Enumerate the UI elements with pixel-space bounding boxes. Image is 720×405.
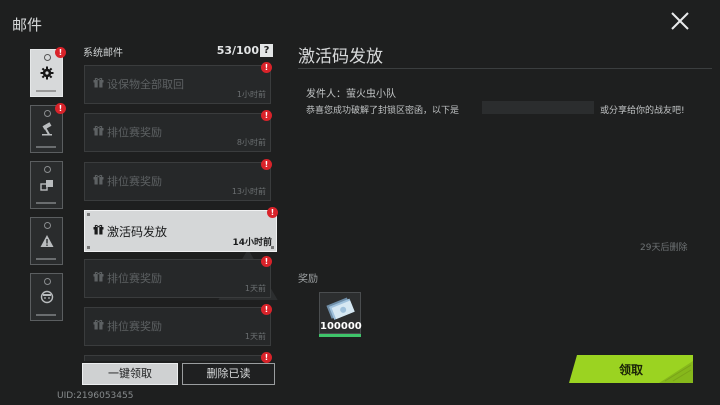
close-icon <box>671 12 689 30</box>
mail-sender: 发件人：萤火虫小队 <box>306 89 396 100</box>
hammer-icon <box>41 122 52 136</box>
delete-read-button[interactable]: 删除已读 <box>182 363 275 385</box>
mail-subject: 设保物全部取回 <box>107 78 184 91</box>
detail-divider <box>298 68 712 69</box>
mail-subject: 排位赛奖励 <box>107 272 162 285</box>
category-tab-trade[interactable] <box>30 161 63 209</box>
mail-time: 1天前 <box>244 284 266 293</box>
mail-list-label: 系统邮件 <box>83 48 123 59</box>
mail-subject: 排位赛奖励 <box>107 320 162 333</box>
gift-icon <box>93 271 104 282</box>
reward-item[interactable]: 100000 <box>319 292 362 334</box>
mail-time: 13小时前 <box>231 187 266 196</box>
mail-item-selected[interactable]: 激活码发放 14小时前 ! <box>84 207 278 252</box>
category-tab-player[interactable] <box>30 273 63 321</box>
gear-icon <box>40 66 53 80</box>
user-id: UID:2196053455 <box>57 391 134 401</box>
category-tab-system[interactable]: ! <box>30 47 66 97</box>
unread-badge: ! <box>261 304 272 315</box>
unread-badge: ! <box>261 352 272 363</box>
claim-all-button[interactable]: 一键领取 <box>82 363 178 385</box>
close-button[interactable] <box>665 6 695 36</box>
warning-icon <box>40 235 53 247</box>
expire-notice: 29天后删除 <box>640 243 688 253</box>
redacted-code <box>482 101 594 114</box>
mail-detail-title: 激活码发放 <box>298 47 383 67</box>
mail-item[interactable]: 排位赛奖励 1天前 ! <box>84 304 272 346</box>
mail-count: 53/100 <box>216 44 259 57</box>
unread-badge: ! <box>261 159 272 170</box>
gift-icon <box>93 319 104 330</box>
mail-time: 1天前 <box>244 332 266 341</box>
mail-body-end: 或分享给你的战友吧! <box>600 106 685 116</box>
mail-list-header: 系统邮件 53/100 ? <box>83 44 273 60</box>
unread-badge: ! <box>261 110 272 121</box>
boxes-icon <box>39 180 53 191</box>
mail-item-partial[interactable]: ! <box>84 352 272 363</box>
gift-icon <box>93 174 104 185</box>
reward-label: 奖励 <box>298 274 318 285</box>
unread-badge: ! <box>261 256 272 267</box>
category-tab-guild[interactable]: ! <box>30 103 66 153</box>
category-badge: ! <box>55 103 66 114</box>
mail-item[interactable]: 设保物全部取回 1小时前 ! <box>84 62 272 104</box>
reward-rarity-bar <box>319 334 361 337</box>
gift-icon <box>93 125 104 136</box>
help-icon[interactable]: ? <box>260 44 273 57</box>
mail-time: 14小时前 <box>232 238 272 248</box>
mail-body-start: 恭喜您成功破解了封锁区密函，以下是 <box>306 106 460 116</box>
claim-button[interactable]: 领取 <box>569 355 693 383</box>
mail-item[interactable]: 排位赛奖励 1天前 ! <box>84 256 272 298</box>
window-title: 邮件 <box>12 16 43 34</box>
category-badge: ! <box>55 47 66 58</box>
category-tab-warning[interactable] <box>30 217 63 265</box>
reward-quantity: 100000 <box>320 321 362 332</box>
face-icon <box>40 290 53 304</box>
mail-subject: 排位赛奖励 <box>107 175 162 188</box>
claim-button-label: 领取 <box>618 363 643 377</box>
mail-time: 8小时前 <box>236 138 266 147</box>
mail-item[interactable]: 排位赛奖励 8小时前 ! <box>84 110 272 152</box>
gift-icon <box>93 224 104 235</box>
mail-subject: 激活码发放 <box>107 225 168 239</box>
unread-badge: ! <box>261 62 272 73</box>
gift-icon <box>93 77 104 88</box>
mail-subject: 排位赛奖励 <box>107 126 162 139</box>
mail-time: 1小时前 <box>236 90 266 99</box>
mail-item[interactable]: 排位赛奖励 13小时前 ! <box>84 159 272 201</box>
unread-badge: ! <box>267 207 278 218</box>
